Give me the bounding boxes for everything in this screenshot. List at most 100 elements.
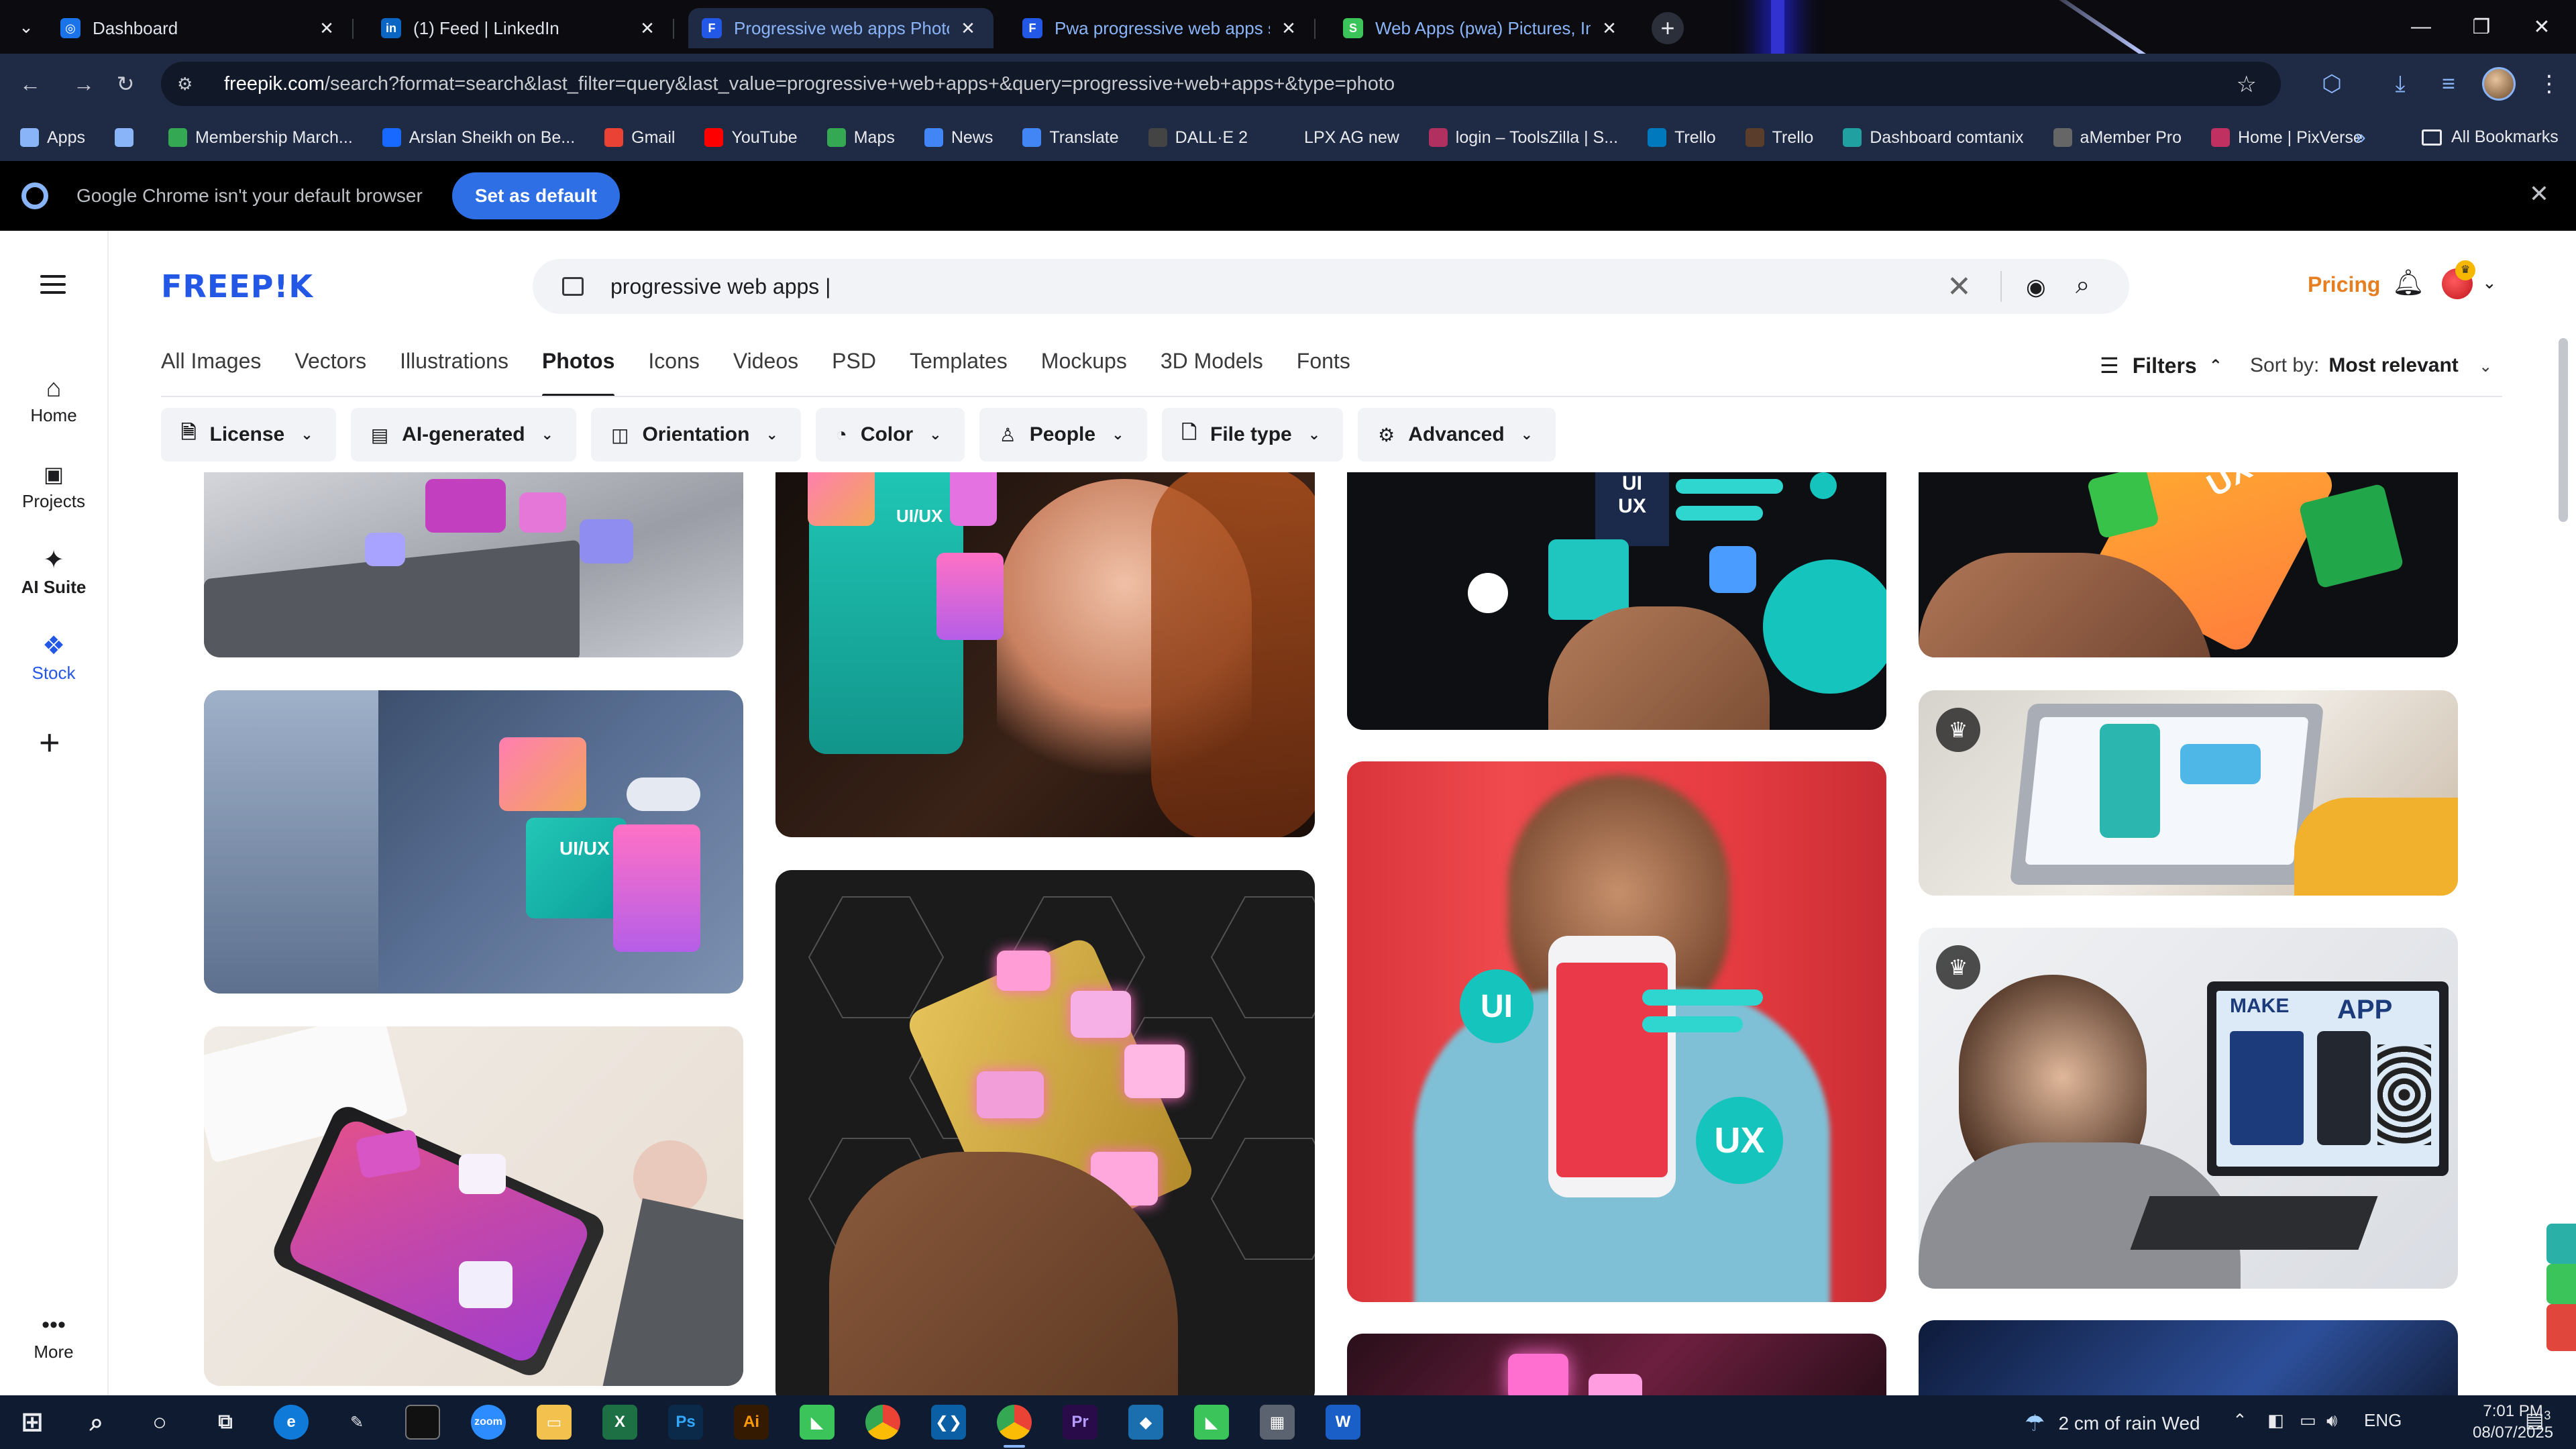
calculator-icon[interactable]: ▦ [1260, 1405, 1295, 1440]
bookmark-item[interactable]: Maps [826, 128, 895, 148]
tab-3d-models[interactable]: 3D Models [1161, 349, 1263, 396]
edge-icon[interactable]: e [274, 1405, 309, 1440]
image-card[interactable]: ♛ [1919, 690, 2458, 896]
filter-chip-orientation[interactable]: ◫ Orientation ⌄ [590, 408, 801, 462]
file-explorer-icon[interactable]: ▭ [537, 1405, 572, 1440]
forward-arrow-icon[interactable]: → [67, 67, 101, 101]
rail-item-more[interactable]: ••• More [0, 1308, 107, 1362]
close-icon[interactable]: ✕ [2529, 180, 2549, 208]
image-card[interactable] [204, 1026, 743, 1386]
tab-psd[interactable]: PSD [832, 349, 876, 396]
tab-videos[interactable]: Videos [733, 349, 798, 396]
address-bar[interactable]: ⚙ freepik.com/search?format=search&last_… [161, 62, 2281, 106]
search-icon[interactable]: ⌕ [79, 1405, 114, 1440]
tab-illustrations[interactable]: Illustrations [400, 349, 508, 396]
image-type-icon[interactable] [562, 277, 584, 296]
tab-linkedin[interactable]: in (1) Feed | LinkedIn ✕ [368, 8, 674, 48]
bookmark-item[interactable]: Home | PixVerse [2211, 128, 2363, 148]
tab-pwa-progressive[interactable]: F Pwa progressive web apps sma ✕ [1009, 8, 1316, 48]
image-card[interactable] [204, 472, 743, 657]
tab-photos[interactable]: Photos [541, 349, 615, 397]
meet-icon[interactable]: ◧ [2267, 1410, 2284, 1431]
bookmark-item[interactable]: DALL·E 2 [1148, 128, 1248, 148]
minimize-icon[interactable]: — [2391, 0, 2451, 54]
pen-tool-icon[interactable]: ✎ [339, 1405, 374, 1440]
filters-button[interactable]: ☰ Filters ⌃ [2100, 353, 2222, 378]
weather-widget[interactable]: ☂ 2 cm of rain Wed [2025, 1410, 2200, 1437]
bookmark-item[interactable]: Membership March... [168, 128, 353, 148]
tab-web-apps-pictures[interactable]: S Web Apps (pwa) Pictures, Imag ✕ [1330, 8, 1635, 48]
excel-icon[interactable]: X [602, 1405, 637, 1440]
rail-item-projects[interactable]: ▣ Projects [0, 458, 107, 512]
tab-dashboard[interactable]: ◎ Dashboard ✕ [47, 8, 354, 48]
clear-search-icon[interactable]: ✕ [1947, 270, 1972, 304]
sheets-app-icon[interactable]: ◣ [800, 1405, 835, 1440]
task-view-icon[interactable]: ⧉ [208, 1405, 243, 1440]
back-arrow-icon[interactable]: ← [13, 67, 47, 101]
filter-chip-color[interactable]: ◔ Color ⌄ [815, 408, 965, 462]
network-icon[interactable]: ▭ [2300, 1410, 2316, 1431]
word-icon[interactable]: W [1326, 1405, 1360, 1440]
close-icon[interactable]: ✕ [1597, 16, 1621, 40]
media-queue-icon[interactable]: ≡ [2430, 67, 2467, 101]
page-scrollbar[interactable] [2559, 338, 2568, 522]
premium-crown-icon[interactable]: ♛ [1936, 945, 1980, 989]
profile-avatar[interactable] [2482, 67, 2516, 101]
image-card[interactable]: UI UX [1347, 761, 1886, 1302]
hamburger-menu-icon[interactable] [40, 275, 66, 299]
bookmark-item[interactable]: YouTube [704, 128, 798, 148]
rail-item-ai-suite[interactable]: ✦ AI Suite [0, 543, 107, 598]
tab-fonts[interactable]: Fonts [1297, 349, 1350, 396]
close-icon[interactable]: ✕ [635, 16, 659, 40]
add-plus-icon[interactable]: + [39, 722, 60, 763]
image-card[interactable]: UI UX [1347, 472, 1886, 730]
bookmark-item[interactable]: Gmail [604, 128, 675, 148]
search-icon[interactable]: ⌕ [2076, 271, 2090, 300]
language-indicator[interactable]: ENG [2364, 1410, 2402, 1431]
bookmark-item[interactable]: LPX AG new [1277, 128, 1399, 148]
bookmark-item[interactable]: Apps [20, 128, 85, 148]
bookmark-item[interactable]: Translate [1022, 128, 1119, 148]
windows-start-icon[interactable]: ⊞ [15, 1405, 50, 1440]
photoshop-icon[interactable]: Ps [668, 1405, 703, 1440]
image-card[interactable]: UI/UX [204, 690, 743, 994]
close-icon[interactable]: ✕ [315, 16, 339, 40]
chrome-active-icon[interactable] [997, 1405, 1032, 1448]
pricing-link[interactable]: Pricing [2308, 272, 2380, 297]
tab-freepik-photos[interactable]: F Progressive web apps Photos | Fr ✕ [688, 8, 994, 48]
image-card[interactable]: UX [1919, 472, 2458, 657]
bookmark-star-icon[interactable]: ☆ [2237, 71, 2257, 98]
url-text[interactable]: freepik.com/search?format=search&last_fi… [224, 73, 1395, 95]
bookmark-item[interactable]: News [924, 128, 993, 148]
sheets-app-icon[interactable]: ◣ [1194, 1405, 1229, 1440]
premium-crown-icon[interactable]: ♛ [1936, 708, 1980, 752]
bookmark-item[interactable] [114, 128, 142, 147]
tab-all-images[interactable]: All Images [161, 349, 261, 396]
filter-chip-people[interactable]: ♙ People ⌄ [979, 408, 1147, 462]
filter-chip-advanced[interactable]: ⚙ Advanced ⌄ [1358, 408, 1556, 462]
menu-kebab-icon[interactable]: ⋮ [2530, 67, 2568, 101]
rail-item-stock[interactable]: ❖ Stock [0, 629, 107, 684]
tab-search-chevron-icon[interactable]: ⌄ [9, 12, 43, 42]
image-card[interactable] [1919, 1320, 2458, 1395]
download-icon[interactable]: ⤓ [2381, 67, 2419, 101]
notification-bell-icon[interactable]: 🔔︎ [2392, 268, 2424, 298]
tab-vectors[interactable]: Vectors [294, 349, 366, 396]
bookmark-item[interactable]: aMember Pro [2053, 128, 2182, 148]
tray-chevron-up-icon[interactable]: ⌃ [2233, 1410, 2247, 1431]
freepik-logo[interactable]: FREEP!K [161, 268, 313, 305]
image-card[interactable] [775, 870, 1315, 1395]
chevron-down-icon[interactable]: ⌄ [2482, 272, 2497, 293]
set-as-default-button[interactable]: Set as default [451, 172, 620, 219]
vscode-icon[interactable]: ❮❯ [931, 1405, 966, 1440]
site-info-icon[interactable]: ⚙ [177, 74, 204, 95]
premiere-icon[interactable]: Pr [1063, 1405, 1097, 1440]
close-icon[interactable]: ✕ [956, 16, 980, 40]
bookmark-item[interactable]: Trello [1648, 128, 1716, 148]
user-avatar[interactable]: ♛ [2442, 260, 2475, 299]
tab-templates[interactable]: Templates [910, 349, 1008, 396]
app-icon[interactable]: ◆ [1128, 1405, 1163, 1440]
reload-icon[interactable]: ↻ [109, 67, 142, 101]
bookmarks-overflow-icon[interactable]: » [2355, 126, 2366, 149]
search-input[interactable] [610, 274, 1885, 299]
